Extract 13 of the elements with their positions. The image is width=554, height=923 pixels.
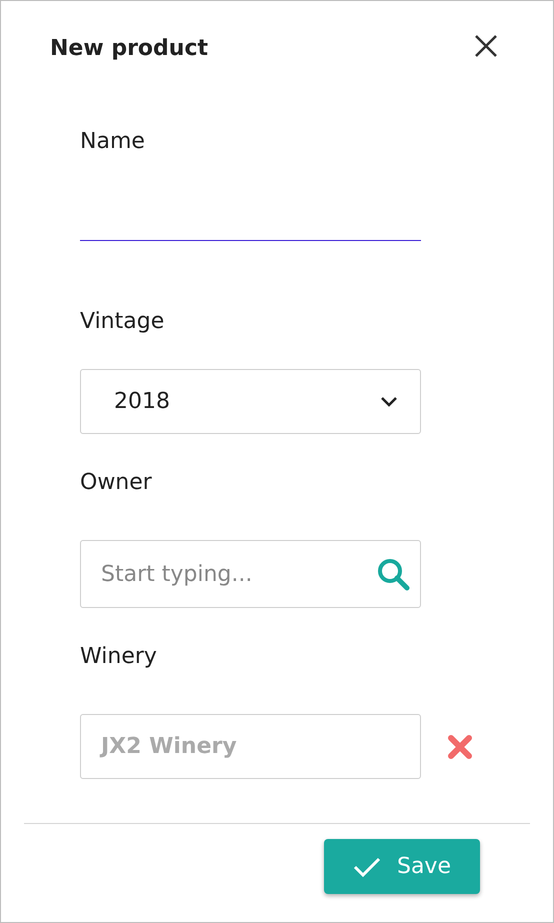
search-icon[interactable] (375, 556, 411, 592)
save-button[interactable]: Save (324, 839, 480, 894)
field-label: Vintage (80, 308, 164, 336)
chevron-down-icon (380, 396, 398, 408)
vintage-select[interactable]: 2018 (80, 369, 421, 434)
dialog-title: New product (50, 34, 208, 62)
clear-icon[interactable] (447, 734, 473, 760)
field-label: Owner (80, 469, 152, 497)
field-label: Name (80, 128, 145, 156)
field-label: Winery (80, 643, 157, 671)
close-icon[interactable] (474, 34, 498, 58)
search-field[interactable]: Start typing... (80, 540, 421, 608)
check-icon (352, 856, 381, 878)
